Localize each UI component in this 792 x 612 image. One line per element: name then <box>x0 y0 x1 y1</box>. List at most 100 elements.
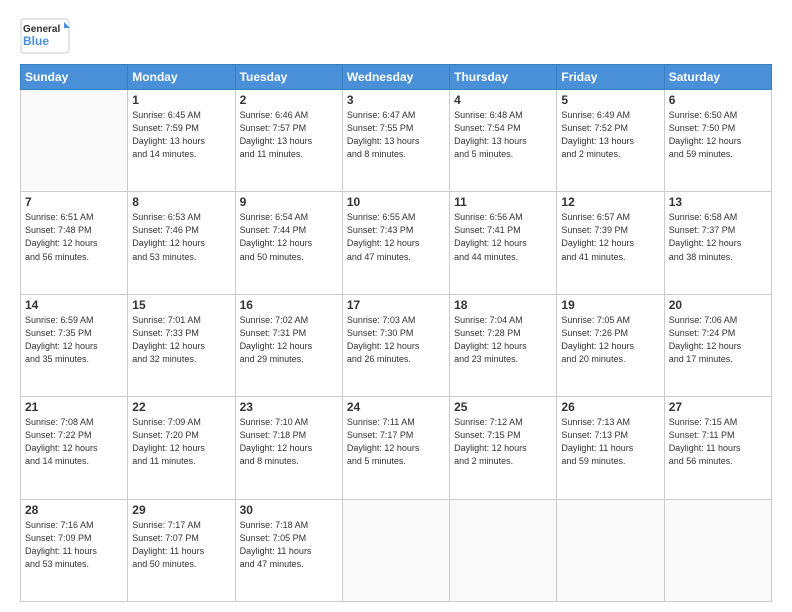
col-header-friday: Friday <box>557 65 664 90</box>
logo-svg: General Blue <box>20 18 70 54</box>
day-info: Sunrise: 6:55 AM Sunset: 7:43 PM Dayligh… <box>347 211 445 263</box>
calendar-cell: 19Sunrise: 7:05 AM Sunset: 7:26 PM Dayli… <box>557 294 664 396</box>
calendar-cell <box>342 499 449 601</box>
day-number: 27 <box>669 400 767 414</box>
day-number: 4 <box>454 93 552 107</box>
day-info: Sunrise: 6:50 AM Sunset: 7:50 PM Dayligh… <box>669 109 767 161</box>
day-info: Sunrise: 6:54 AM Sunset: 7:44 PM Dayligh… <box>240 211 338 263</box>
calendar-body: 1Sunrise: 6:45 AM Sunset: 7:59 PM Daylig… <box>21 90 772 602</box>
calendar-cell: 22 Sunrise: 7:09 AM Sunset: 7:20 PM Dayli… <box>128 397 235 499</box>
col-header-wednesday: Wednesday <box>342 65 449 90</box>
day-number: 15 <box>132 298 230 312</box>
calendar-cell: 7 Sunrise: 6:51 AM Sunset: 7:48 PM Daylig… <box>21 192 128 294</box>
calendar-cell: 2 Sunrise: 6:46 AM Sunset: 7:57 PM Daylig… <box>235 90 342 192</box>
day-info: Sunrise: 6:47 AM Sunset: 7:55 PM Dayligh… <box>347 109 445 161</box>
day-number: 23 <box>240 400 338 414</box>
day-number: 8 <box>132 195 230 209</box>
day-info: Sunrise: 7:06 AM Sunset: 7:24 PM Dayligh… <box>669 314 767 366</box>
calendar-cell: 11 Sunrise: 6:56 AM Sunset: 7:41 PM Dayli… <box>450 192 557 294</box>
calendar-cell: 26 Sunrise: 7:13 AM Sunset: 7:13 PM Dayli… <box>557 397 664 499</box>
day-number: 20 <box>669 298 767 312</box>
day-info: Sunrise: 6:45 AM Sunset: 7:59 PM Dayligh… <box>132 109 230 161</box>
day-info: Sunrise: 6:58 AM Sunset: 7:37 PM Dayligh… <box>669 211 767 263</box>
calendar-cell: 6 Sunrise: 6:50 AM Sunset: 7:50 PM Daylig… <box>664 90 771 192</box>
days-of-week-row: SundayMondayTuesdayWednesdayThursdayFrid… <box>21 65 772 90</box>
day-number: 22 <box>132 400 230 414</box>
day-info: Sunrise: 7:05 AM Sunset: 7:26 PM Dayligh… <box>561 314 659 366</box>
day-number: 21 <box>25 400 123 414</box>
day-info: Sunrise: 6:59 AM Sunset: 7:35 PM Dayligh… <box>25 314 123 366</box>
day-info: Sunrise: 7:03 AM Sunset: 7:30 PM Dayligh… <box>347 314 445 366</box>
day-info: Sunrise: 6:48 AM Sunset: 7:54 PM Dayligh… <box>454 109 552 161</box>
day-number: 2 <box>240 93 338 107</box>
day-info: Sunrise: 6:51 AM Sunset: 7:48 PM Dayligh… <box>25 211 123 263</box>
day-info: Sunrise: 6:53 AM Sunset: 7:46 PM Dayligh… <box>132 211 230 263</box>
calendar-cell: 29 Sunrise: 7:17 AM Sunset: 7:07 PM Dayli… <box>128 499 235 601</box>
day-number: 14 <box>25 298 123 312</box>
day-number: 5 <box>561 93 659 107</box>
day-info: Sunrise: 6:56 AM Sunset: 7:41 PM Dayligh… <box>454 211 552 263</box>
week-row-2: 7 Sunrise: 6:51 AM Sunset: 7:48 PM Daylig… <box>21 192 772 294</box>
day-number: 28 <box>25 503 123 517</box>
calendar-cell <box>664 499 771 601</box>
calendar-cell: 5Sunrise: 6:49 AM Sunset: 7:52 PM Daylig… <box>557 90 664 192</box>
day-info: Sunrise: 7:08 AM Sunset: 7:22 PM Dayligh… <box>25 416 123 468</box>
week-row-1: 1Sunrise: 6:45 AM Sunset: 7:59 PM Daylig… <box>21 90 772 192</box>
day-info: Sunrise: 6:57 AM Sunset: 7:39 PM Dayligh… <box>561 211 659 263</box>
calendar-cell <box>557 499 664 601</box>
day-number: 11 <box>454 195 552 209</box>
day-number: 6 <box>669 93 767 107</box>
col-header-tuesday: Tuesday <box>235 65 342 90</box>
day-info: Sunrise: 7:17 AM Sunset: 7:07 PM Dayligh… <box>132 519 230 571</box>
day-number: 13 <box>669 195 767 209</box>
day-info: Sunrise: 6:46 AM Sunset: 7:57 PM Dayligh… <box>240 109 338 161</box>
day-number: 12 <box>561 195 659 209</box>
day-number: 26 <box>561 400 659 414</box>
calendar-cell <box>450 499 557 601</box>
calendar-cell: 18Sunrise: 7:04 AM Sunset: 7:28 PM Dayli… <box>450 294 557 396</box>
calendar-cell: 16 Sunrise: 7:02 AM Sunset: 7:31 PM Dayli… <box>235 294 342 396</box>
day-info: Sunrise: 7:15 AM Sunset: 7:11 PM Dayligh… <box>669 416 767 468</box>
day-number: 16 <box>240 298 338 312</box>
day-info: Sunrise: 7:10 AM Sunset: 7:18 PM Dayligh… <box>240 416 338 468</box>
calendar-cell: 21 Sunrise: 7:08 AM Sunset: 7:22 PM Dayli… <box>21 397 128 499</box>
header: General Blue <box>20 18 772 54</box>
day-info: Sunrise: 7:13 AM Sunset: 7:13 PM Dayligh… <box>561 416 659 468</box>
week-row-5: 28Sunrise: 7:16 AM Sunset: 7:09 PM Dayli… <box>21 499 772 601</box>
day-number: 9 <box>240 195 338 209</box>
calendar-cell: 1Sunrise: 6:45 AM Sunset: 7:59 PM Daylig… <box>128 90 235 192</box>
day-info: Sunrise: 7:09 AM Sunset: 7:20 PM Dayligh… <box>132 416 230 468</box>
day-info: Sunrise: 7:02 AM Sunset: 7:31 PM Dayligh… <box>240 314 338 366</box>
col-header-monday: Monday <box>128 65 235 90</box>
calendar-table: SundayMondayTuesdayWednesdayThursdayFrid… <box>20 64 772 602</box>
calendar-cell: 14 Sunrise: 6:59 AM Sunset: 7:35 PM Dayli… <box>21 294 128 396</box>
calendar-cell: 30 Sunrise: 7:18 AM Sunset: 7:05 PM Dayli… <box>235 499 342 601</box>
svg-text:Blue: Blue <box>23 34 49 48</box>
calendar-cell: 15 Sunrise: 7:01 AM Sunset: 7:33 PM Dayli… <box>128 294 235 396</box>
day-number: 25 <box>454 400 552 414</box>
day-number: 3 <box>347 93 445 107</box>
day-info: Sunrise: 7:12 AM Sunset: 7:15 PM Dayligh… <box>454 416 552 468</box>
page: General Blue SundayMondayTuesdayWednesda… <box>0 0 792 612</box>
day-number: 30 <box>240 503 338 517</box>
logo: General Blue <box>20 18 70 54</box>
day-number: 10 <box>347 195 445 209</box>
calendar-cell: 23 Sunrise: 7:10 AM Sunset: 7:18 PM Dayli… <box>235 397 342 499</box>
calendar-cell <box>21 90 128 192</box>
week-row-3: 14 Sunrise: 6:59 AM Sunset: 7:35 PM Dayli… <box>21 294 772 396</box>
day-number: 7 <box>25 195 123 209</box>
calendar-cell: 24Sunrise: 7:11 AM Sunset: 7:17 PM Dayli… <box>342 397 449 499</box>
day-info: Sunrise: 7:18 AM Sunset: 7:05 PM Dayligh… <box>240 519 338 571</box>
day-number: 29 <box>132 503 230 517</box>
calendar-cell: 17Sunrise: 7:03 AM Sunset: 7:30 PM Dayli… <box>342 294 449 396</box>
calendar-cell: 3 Sunrise: 6:47 AM Sunset: 7:55 PM Daylig… <box>342 90 449 192</box>
day-number: 24 <box>347 400 445 414</box>
calendar-cell: 25 Sunrise: 7:12 AM Sunset: 7:15 PM Dayli… <box>450 397 557 499</box>
calendar-cell: 13 Sunrise: 6:58 AM Sunset: 7:37 PM Dayli… <box>664 192 771 294</box>
calendar-cell: 9 Sunrise: 6:54 AM Sunset: 7:44 PM Daylig… <box>235 192 342 294</box>
day-info: Sunrise: 7:01 AM Sunset: 7:33 PM Dayligh… <box>132 314 230 366</box>
calendar-cell: 4 Sunrise: 6:48 AM Sunset: 7:54 PM Daylig… <box>450 90 557 192</box>
calendar-cell: 10 Sunrise: 6:55 AM Sunset: 7:43 PM Dayli… <box>342 192 449 294</box>
week-row-4: 21 Sunrise: 7:08 AM Sunset: 7:22 PM Dayli… <box>21 397 772 499</box>
calendar-cell: 27 Sunrise: 7:15 AM Sunset: 7:11 PM Dayli… <box>664 397 771 499</box>
